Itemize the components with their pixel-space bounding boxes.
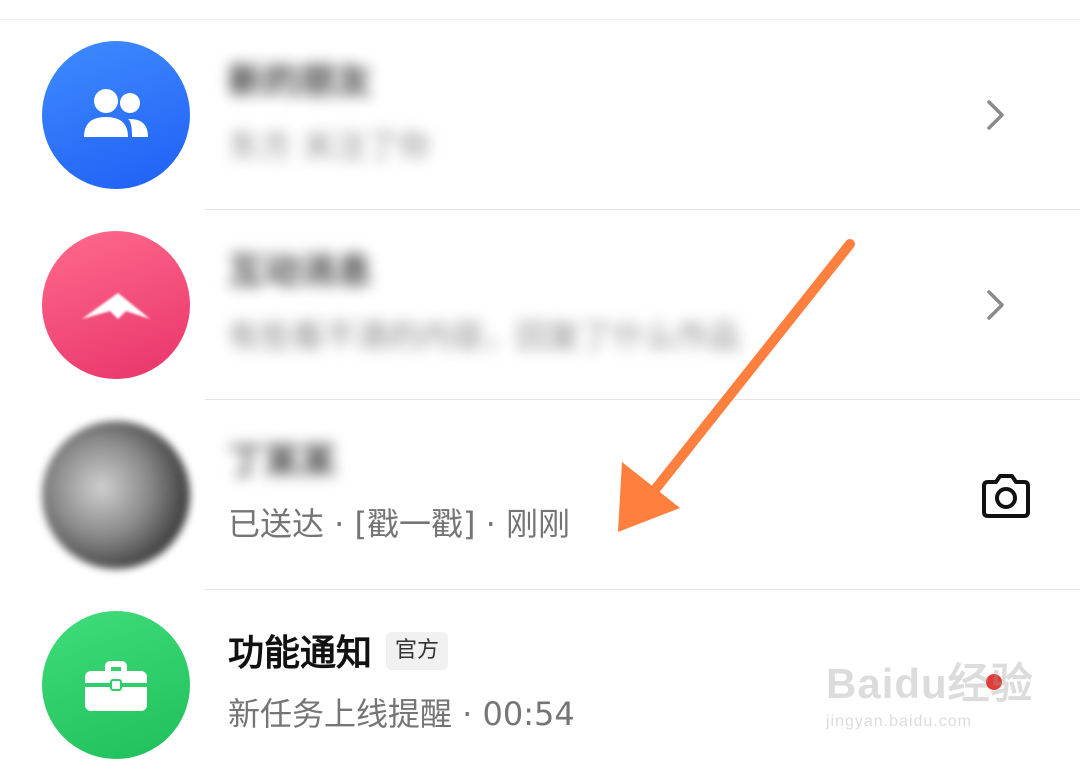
camera-icon[interactable] (978, 472, 1034, 520)
item-title-text: 功能通知 (228, 633, 373, 674)
item-title: 互动消息 (228, 251, 373, 292)
chevron-right-icon[interactable] (984, 98, 1008, 132)
item-subtitle: 东方 关注了你 (228, 127, 431, 165)
briefcase-icon (42, 611, 190, 759)
people-icon (42, 41, 190, 189)
list-item-interactions[interactable]: 互动消息 有些看不清的内容，回复了什么作品 (0, 210, 1080, 400)
official-badge: 官方 (386, 632, 449, 670)
conversation-list: 新的朋友 东方 关注了你 互动消息 有些看不清的内容，回复了什么作品 丁某某 已… (0, 0, 1080, 760)
user-avatar (42, 421, 190, 569)
item-title: 功能通知 官方 (228, 628, 449, 680)
item-subtitle: 已送达 · [戳一戳] · 刚刚 (228, 505, 571, 543)
item-title: 新的朋友 (228, 61, 373, 102)
paper-plane-icon (42, 231, 190, 379)
item-subtitle: 有些看不清的内容，回复了什么作品 (228, 317, 741, 355)
item-title: 丁某某 (228, 441, 337, 482)
item-subtitle: 新任务上线提醒 · 00:54 (228, 695, 575, 733)
list-item-new-friends[interactable]: 新的朋友 东方 关注了你 (0, 20, 1080, 210)
watermark: Baidu经验 jingyan.baidu.com (826, 650, 1036, 740)
chevron-right-icon[interactable] (984, 288, 1008, 322)
watermark-url: jingyan.baidu.com (826, 713, 972, 730)
list-item-chat[interactable]: 丁某某 已送达 · [戳一戳] · 刚刚 (0, 400, 1080, 590)
watermark-brand: Baidu经验 (826, 660, 1034, 707)
